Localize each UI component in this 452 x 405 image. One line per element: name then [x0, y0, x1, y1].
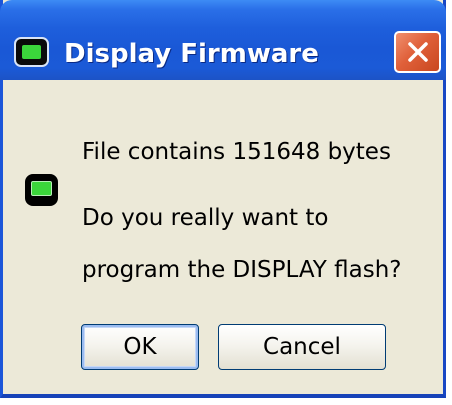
cancel-button[interactable]: Cancel: [218, 324, 386, 370]
display-device-icon: [14, 37, 49, 67]
close-icon: [408, 42, 428, 62]
dialog-window: Display Firmware File contains 151648 by…: [0, 0, 446, 398]
message-line-file-size: File contains 151648 bytes: [82, 139, 391, 165]
icon-screen: [22, 45, 41, 59]
close-button[interactable]: [394, 31, 441, 73]
title-bar[interactable]: Display Firmware: [0, 0, 446, 80]
dialog-title: Display Firmware: [64, 39, 319, 69]
message-line-question-cont: program the DISPLAY flash?: [82, 257, 402, 283]
display-device-icon: [25, 174, 58, 206]
icon-screen: [31, 181, 52, 196]
message-line-question: Do you really want to: [82, 205, 329, 231]
ok-button[interactable]: OK: [81, 324, 199, 370]
